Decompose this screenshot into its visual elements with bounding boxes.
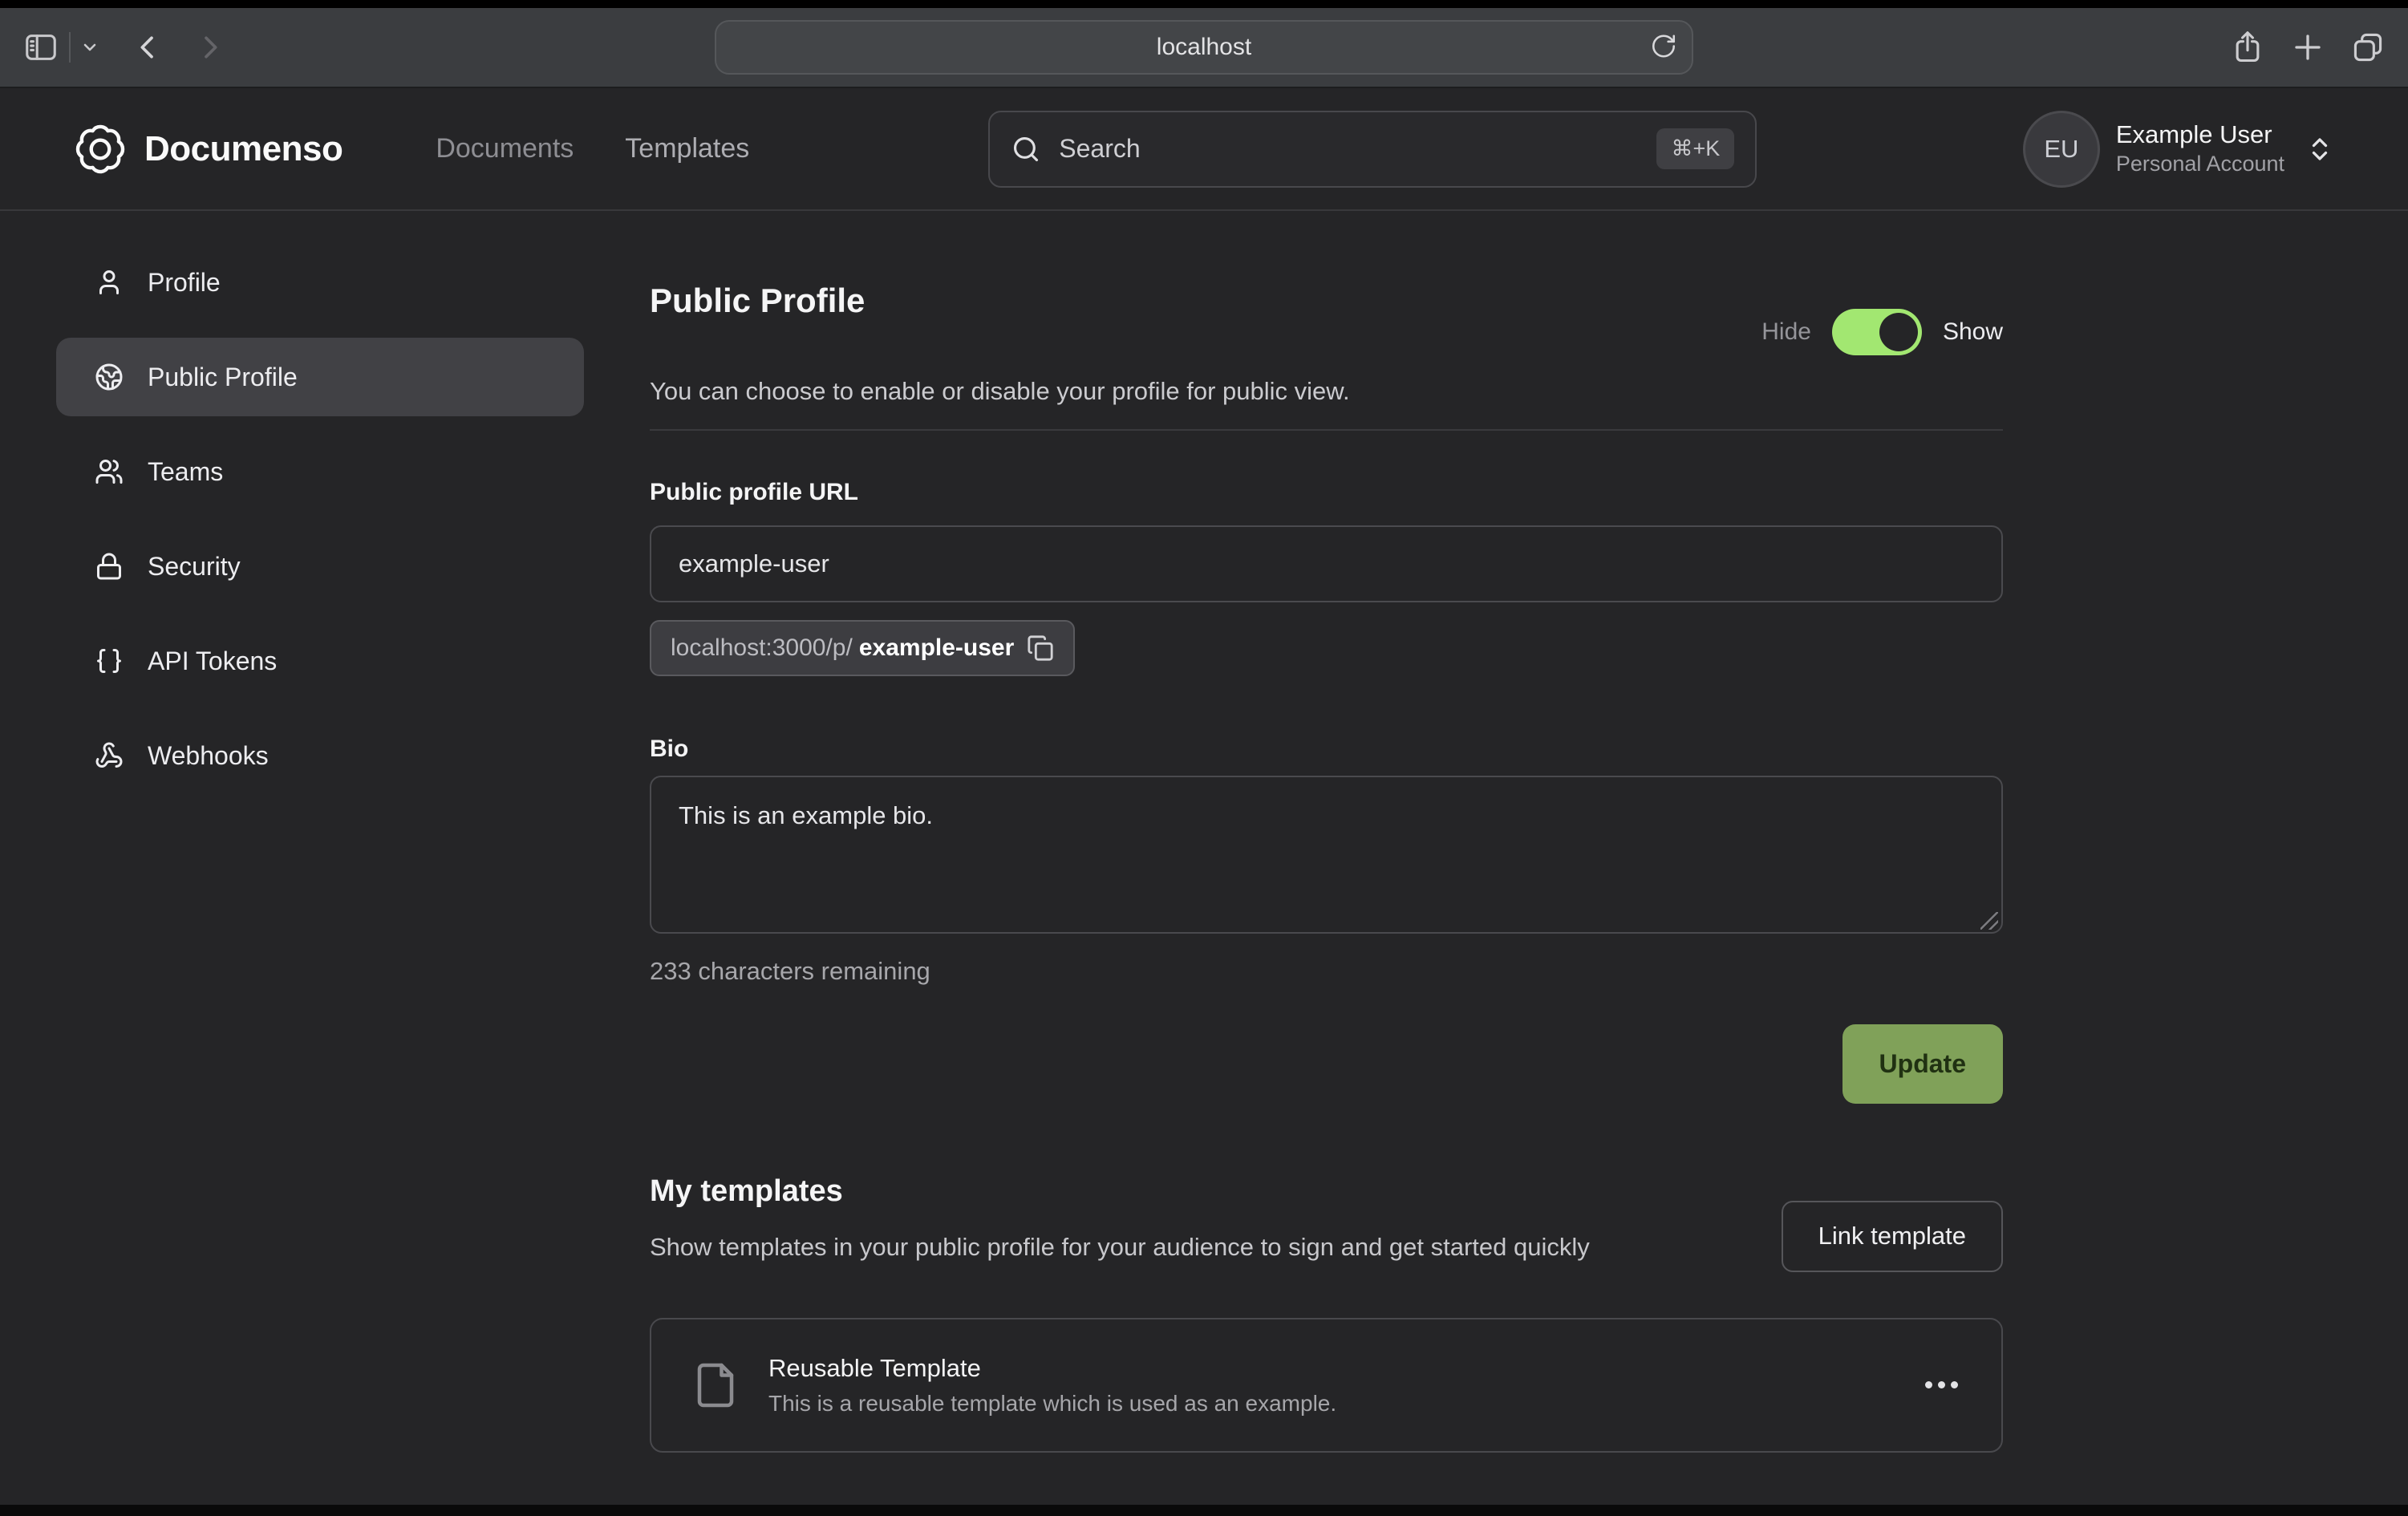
form-actions: Update bbox=[650, 1024, 2003, 1104]
sidebar-item-label: Teams bbox=[148, 457, 223, 487]
sidebar-item-label: Profile bbox=[148, 268, 221, 298]
browser-back-button[interactable] bbox=[132, 31, 164, 63]
chevron-down-icon bbox=[80, 38, 99, 57]
toolbar-separator bbox=[69, 32, 71, 63]
search-input[interactable] bbox=[1059, 134, 1656, 164]
sidebar-dropdown-button[interactable] bbox=[80, 38, 99, 57]
section-divider bbox=[650, 429, 2003, 431]
copy-icon-wrap bbox=[1027, 634, 1054, 662]
documenso-logo-icon bbox=[74, 123, 127, 176]
app-header: Documenso Documents Templates ⌘+K EU Exa… bbox=[0, 88, 2408, 211]
browser-left-controls bbox=[22, 29, 226, 66]
refresh-icon bbox=[1650, 33, 1677, 60]
new-tab-button[interactable] bbox=[2291, 30, 2325, 64]
switch-knob bbox=[1879, 313, 1918, 351]
sidebar-item-label: Public Profile bbox=[148, 363, 298, 392]
sidebar-item-label: Webhooks bbox=[148, 741, 269, 771]
my-templates-title: My templates bbox=[650, 1174, 1590, 1209]
sidebar-item-label: Security bbox=[148, 552, 241, 582]
search-shortcut-badge: ⌘+K bbox=[1656, 128, 1734, 169]
users-icon bbox=[95, 457, 124, 486]
public-profile-settings: Public Profile Hide Show You can choose … bbox=[650, 243, 2003, 1505]
brand-name: Documenso bbox=[144, 129, 343, 169]
page-description: You can choose to enable or disable your… bbox=[650, 375, 2003, 408]
address-bar-url: localhost bbox=[1157, 34, 1251, 61]
public-profile-url-input[interactable] bbox=[650, 525, 2003, 602]
bio-label: Bio bbox=[650, 736, 2003, 763]
user-icon bbox=[95, 268, 124, 297]
app-window: Documenso Documents Templates ⌘+K EU Exa… bbox=[0, 88, 2408, 1505]
browser-toolbar: localhost bbox=[0, 8, 2408, 88]
my-templates-description: Show templates in your public profile fo… bbox=[650, 1226, 1590, 1268]
toggle-show-label: Show bbox=[1943, 318, 2003, 346]
webhook-icon bbox=[95, 741, 124, 770]
user-name: Example User bbox=[2116, 120, 2284, 151]
page-title: Public Profile bbox=[650, 282, 865, 320]
sidebar-item-teams[interactable]: Teams bbox=[56, 432, 584, 511]
link-template-button[interactable]: Link template bbox=[1782, 1201, 2003, 1272]
plus-icon bbox=[2291, 30, 2325, 64]
public-profile-url-label: Public profile URL bbox=[650, 479, 2003, 506]
tab-overview-button[interactable] bbox=[2350, 30, 2386, 65]
app-body: Profile Public Profile Teams Security AP… bbox=[0, 211, 2408, 1505]
toggle-hide-label: Hide bbox=[1761, 318, 1811, 346]
page-header: Public Profile Hide Show bbox=[650, 282, 2003, 355]
globe-icon bbox=[95, 363, 124, 391]
share-icon bbox=[2230, 30, 2265, 65]
settings-sidebar: Profile Public Profile Teams Security AP… bbox=[56, 243, 584, 1505]
nav-documents[interactable]: Documents bbox=[436, 133, 574, 164]
user-meta: Example User Personal Account bbox=[2116, 120, 2284, 179]
sidebar-item-public-profile[interactable]: Public Profile bbox=[56, 338, 584, 416]
share-button[interactable] bbox=[2230, 30, 2265, 65]
copy-icon bbox=[1027, 634, 1054, 662]
refresh-button[interactable] bbox=[1650, 33, 1677, 63]
my-templates-header: My templates Show templates in your publ… bbox=[650, 1174, 2003, 1272]
profile-url-slug: example-user bbox=[859, 634, 1014, 662]
tabs-overview-icon bbox=[2350, 30, 2386, 65]
bio-field-wrap: This is an example bio. bbox=[650, 776, 2003, 938]
brand[interactable]: Documenso bbox=[74, 123, 343, 176]
sidebar-item-webhooks[interactable]: Webhooks bbox=[56, 716, 584, 795]
avatar: EU bbox=[2023, 111, 2100, 188]
bio-textarea[interactable]: This is an example bio. bbox=[650, 776, 2003, 934]
sidebar-item-api-tokens[interactable]: API Tokens bbox=[56, 622, 584, 700]
main-nav: Documents Templates bbox=[436, 133, 749, 164]
nav-templates[interactable]: Templates bbox=[625, 133, 749, 164]
characters-remaining: 233 characters remaining bbox=[650, 957, 2003, 986]
chevron-left-icon bbox=[132, 31, 164, 63]
file-icon bbox=[691, 1361, 740, 1409]
profile-url-preview-chip[interactable]: localhost:3000/p/ example-user bbox=[650, 620, 1075, 676]
browser-right-controls bbox=[2230, 30, 2386, 65]
user-account-type: Personal Account bbox=[2116, 150, 2284, 178]
sidebar-item-security[interactable]: Security bbox=[56, 527, 584, 606]
ellipsis-icon bbox=[1925, 1381, 1932, 1388]
braces-icon bbox=[95, 647, 124, 675]
address-bar[interactable]: localhost bbox=[715, 20, 1693, 75]
sidebar-panel-icon bbox=[22, 29, 59, 66]
sidebar-item-profile[interactable]: Profile bbox=[56, 243, 584, 322]
search-icon bbox=[1011, 134, 1041, 164]
lock-icon bbox=[95, 552, 124, 581]
chevron-right-icon bbox=[194, 31, 226, 63]
search-box[interactable]: ⌘+K bbox=[988, 111, 1757, 188]
update-button[interactable]: Update bbox=[1842, 1024, 2003, 1104]
template-more-button[interactable] bbox=[1917, 1373, 1966, 1396]
profile-visibility-toggle-group: Hide Show bbox=[1761, 309, 2003, 355]
resize-grip[interactable] bbox=[1980, 912, 1998, 930]
template-title: Reusable Template bbox=[768, 1354, 1336, 1383]
sidebar-item-label: API Tokens bbox=[148, 647, 277, 676]
screen: localhost Documenso bbox=[0, 0, 2408, 1516]
user-menu[interactable]: EU Example User Personal Account bbox=[2023, 111, 2334, 188]
my-templates-heading-block: My templates Show templates in your publ… bbox=[650, 1174, 1590, 1268]
template-card: Reusable Template This is a reusable tem… bbox=[650, 1318, 2003, 1453]
template-description: This is a reusable template which is use… bbox=[768, 1391, 1336, 1417]
profile-visibility-switch[interactable] bbox=[1832, 309, 1922, 355]
browser-forward-button[interactable] bbox=[194, 31, 226, 63]
profile-url-prefix: localhost:3000/p/ bbox=[671, 634, 853, 662]
window-top-strip bbox=[0, 0, 2408, 8]
chevrons-up-down-icon bbox=[2305, 135, 2334, 164]
sidebar-toggle-button[interactable] bbox=[22, 29, 59, 66]
template-meta: Reusable Template This is a reusable tem… bbox=[768, 1354, 1336, 1417]
window-bottom-strip bbox=[0, 1505, 2408, 1516]
